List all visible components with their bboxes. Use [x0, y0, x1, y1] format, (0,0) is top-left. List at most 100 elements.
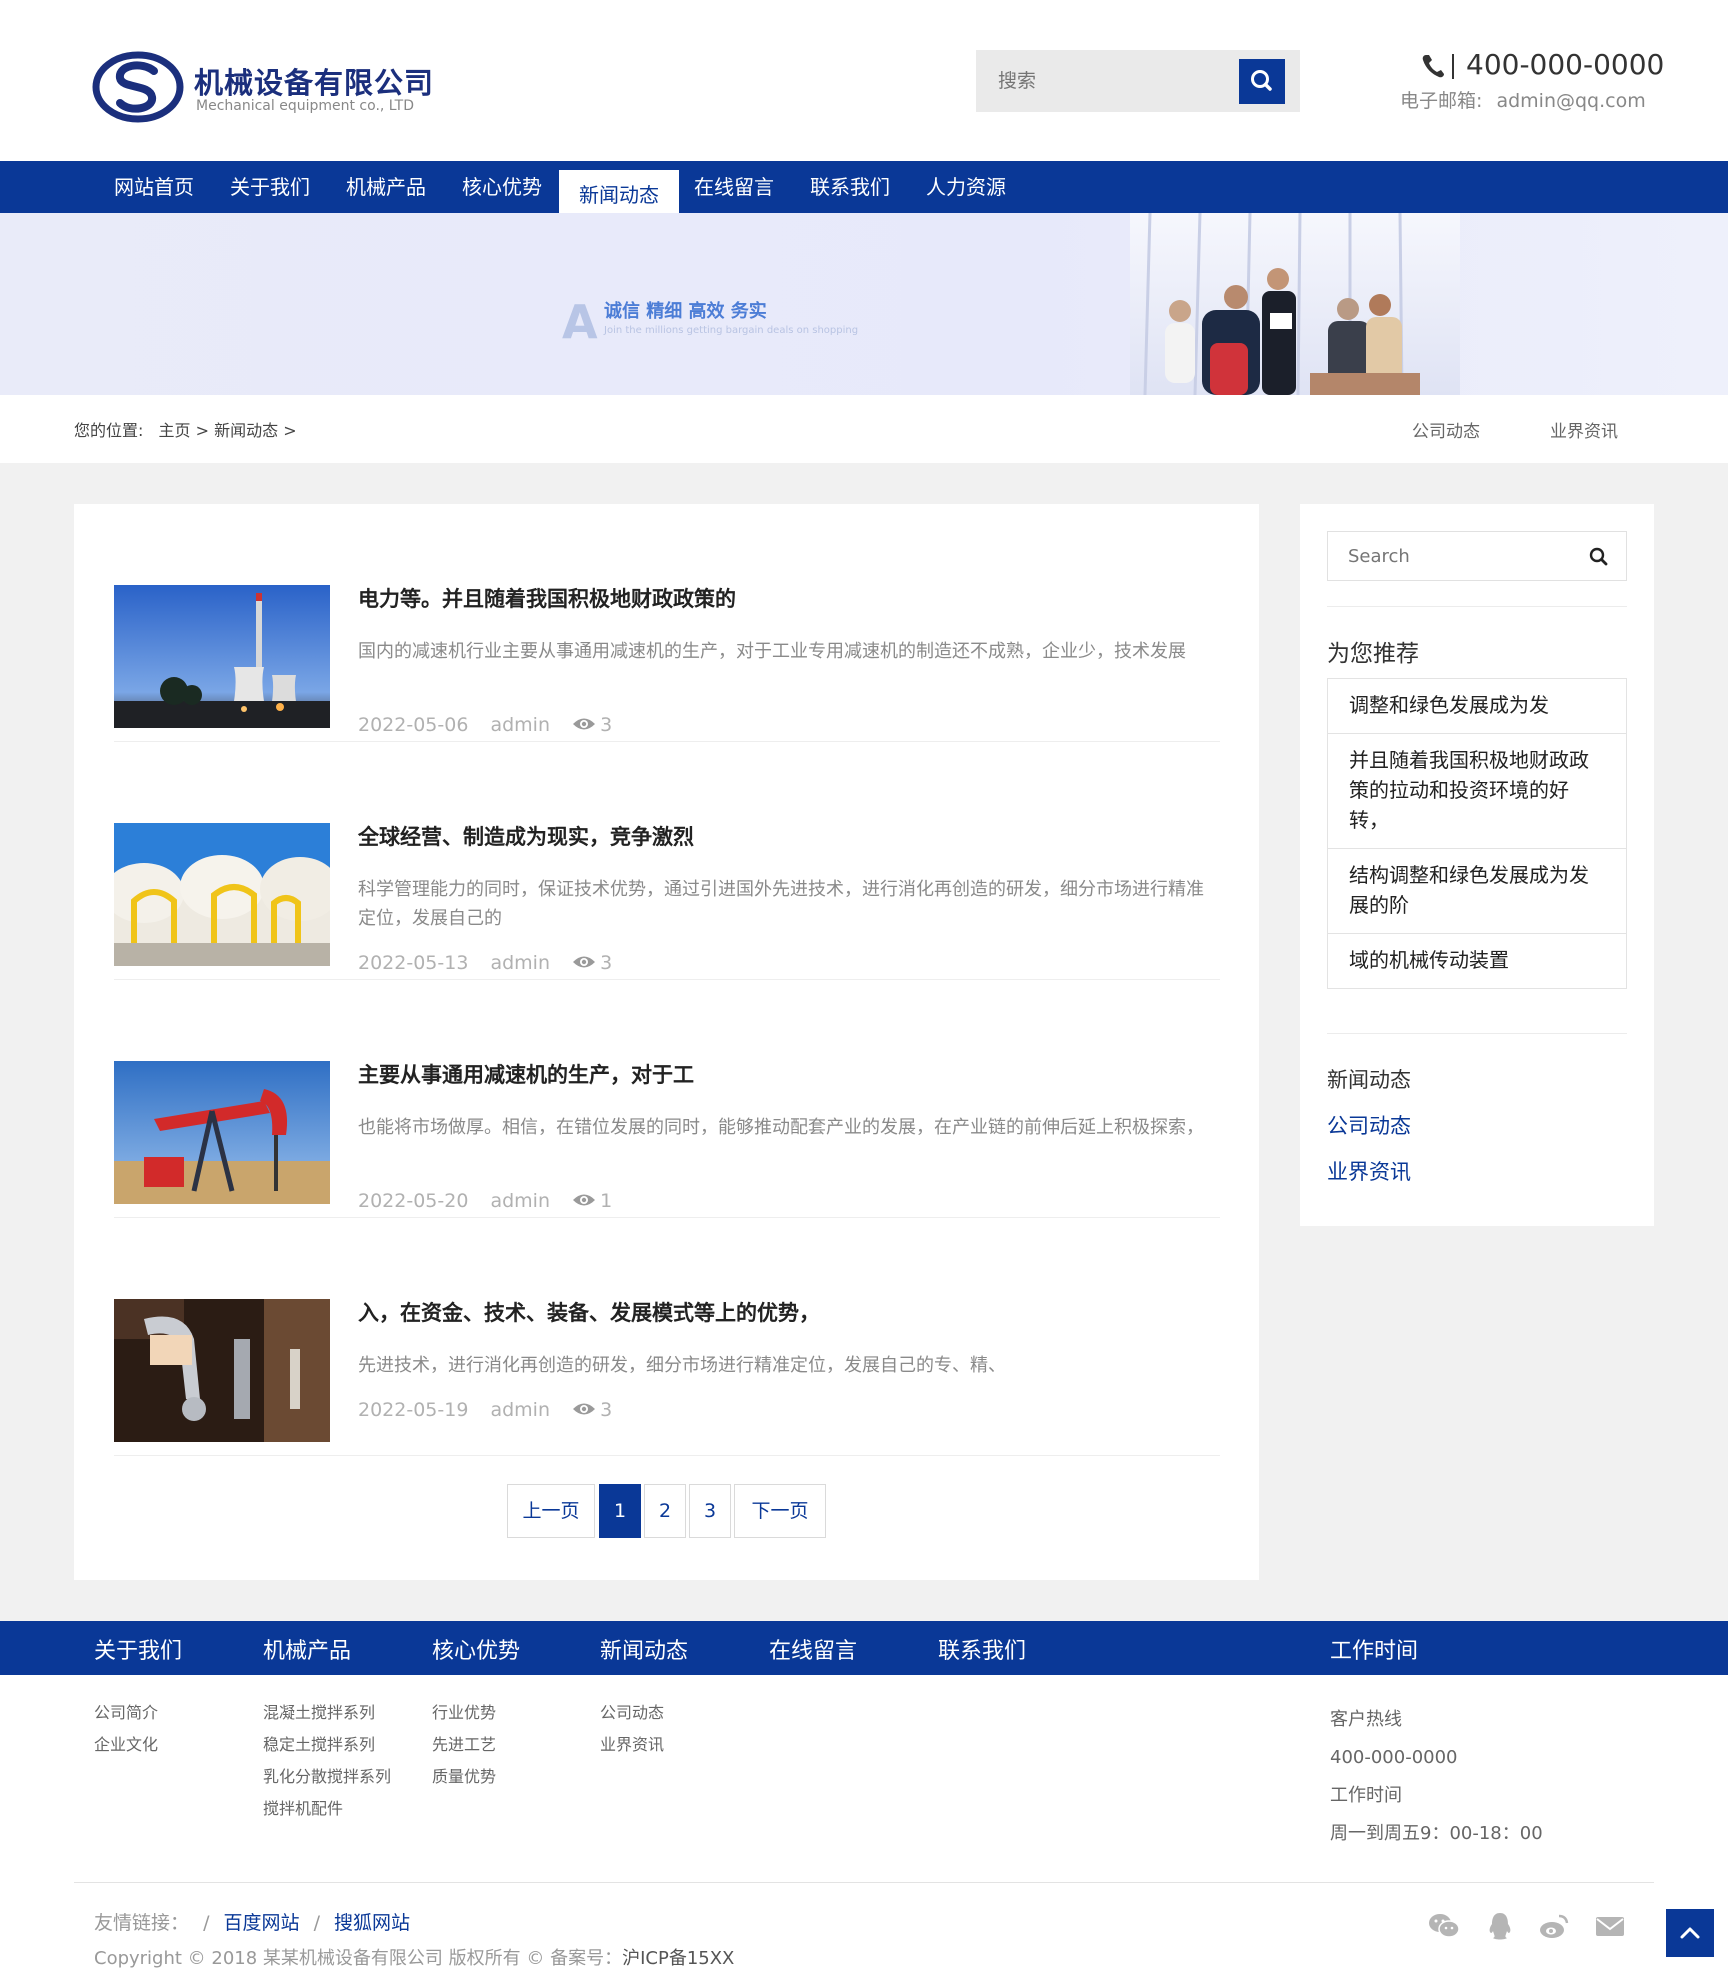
copyright-text: Copyright © 2018 某某机械设备有限公司 版权所有 © 备案号：	[94, 1948, 623, 1969]
article-author: admin	[490, 1190, 551, 1212]
qq-icon[interactable]	[1484, 1911, 1516, 1941]
logo-mark-icon[interactable]	[92, 51, 184, 123]
footer-heading-products[interactable]: 机械产品	[263, 1633, 351, 1665]
article-meta: 2022-05-20 admin 1	[358, 1190, 628, 1212]
article-title[interactable]: 电力等。并且随着我国积极地财政政策的	[358, 583, 736, 613]
subnav-industry-news[interactable]: 业界资讯	[1550, 417, 1618, 442]
email-value: admin@qq.com	[1496, 90, 1646, 112]
divider	[1327, 606, 1627, 607]
page-3-button[interactable]: 3	[689, 1484, 731, 1538]
footer-heading-about[interactable]: 关于我们	[94, 1633, 182, 1665]
friend-link-sohu[interactable]: 搜狐网站	[334, 1912, 410, 1934]
news-item: 主要从事通用减速机的生产，对于工 也能将市场做厚。相信，在错位发展的同时，能够推…	[114, 980, 1220, 1218]
link-separator: /	[313, 1912, 320, 1934]
nav-hr[interactable]: 人力资源	[926, 161, 1006, 213]
article-views: 3	[600, 1399, 613, 1421]
header-search-input[interactable]	[976, 50, 1236, 112]
article-date: 2022-05-20	[358, 1190, 469, 1212]
article-title[interactable]: 主要从事通用减速机的生产，对于工	[358, 1059, 694, 1089]
recommend-item[interactable]: 结构调整和绿色发展成为发展的阶	[1328, 849, 1626, 934]
article-meta: 2022-05-19 admin 3	[358, 1399, 628, 1421]
nav-advantage[interactable]: 核心优势	[462, 161, 542, 213]
friend-link-baidu[interactable]: 百度网站	[224, 1912, 300, 1934]
nav-about[interactable]: 关于我们	[230, 161, 310, 213]
article-title[interactable]: 全球经营、制造成为现实，竞争激烈	[358, 821, 694, 851]
article-thumbnail-faucets[interactable]	[114, 1299, 330, 1442]
eye-icon	[573, 956, 596, 968]
article-views: 1	[600, 1190, 613, 1212]
article-thumbnail-tanks[interactable]	[114, 823, 330, 966]
article-title[interactable]: 入，在资金、技术、装备、发展模式等上的优势，	[358, 1297, 820, 1327]
company-name[interactable]: 机械设备有限公司	[194, 60, 434, 102]
news-list: 电力等。并且随着我国积极地财政政策的 国内的减速机行业主要从事通用减速机的生产，…	[74, 504, 1259, 1580]
prev-page-button[interactable]: 上一页	[507, 1484, 595, 1538]
recommend-heading: 为您推荐	[1327, 641, 1419, 667]
header-email: 电子邮箱: admin@qq.com	[1400, 86, 1646, 113]
friend-links-label: 友情链接：	[94, 1912, 190, 1934]
recommend-item[interactable]: 并且随着我国积极地财政政策的拉动和投资环境的好转，	[1328, 734, 1626, 849]
sidebar-category-news[interactable]: 新闻动态	[1327, 1064, 1411, 1094]
article-author: admin	[490, 714, 551, 736]
footer-heading-contact[interactable]: 联系我们	[938, 1633, 1026, 1665]
icp-link[interactable]: 沪ICP备15XX	[622, 1948, 734, 1969]
recommend-item[interactable]: 域的机械传动装置	[1328, 934, 1626, 988]
footer-link[interactable]: 搅拌机配件	[263, 1799, 343, 1818]
article-views: 3	[600, 952, 613, 974]
main-nav: 网站首页 关于我们 机械产品 核心优势 新闻动态 在线留言 联系我们 人力资源	[0, 161, 1728, 220]
sidebar-search	[1327, 531, 1627, 581]
article-meta: 2022-05-13 admin 3	[358, 952, 628, 974]
sidebar-category-industry[interactable]: 业界资讯	[1327, 1156, 1411, 1186]
recommend-item[interactable]: 调整和绿色发展成为发	[1328, 679, 1626, 734]
footer-link[interactable]: 稳定土搅拌系列	[263, 1735, 375, 1754]
subnav-company-news[interactable]: 公司动态	[1412, 417, 1480, 442]
article-author: admin	[490, 1399, 551, 1421]
footer-col-news: 公司动态 业界资讯	[600, 1697, 664, 1761]
footer-heading-advantage[interactable]: 核心优势	[432, 1633, 520, 1665]
sidebar-category-company[interactable]: 公司动态	[1327, 1110, 1411, 1140]
article-excerpt: 科学管理能力的同时，保证技术优势，通过引进国外先进技术，进行消化再创造的研发，细…	[358, 879, 1204, 929]
page-1-button[interactable]: 1	[599, 1484, 641, 1538]
banner-team-image	[1130, 213, 1460, 395]
footer-heading-message[interactable]: 在线留言	[769, 1633, 857, 1665]
footer-link[interactable]: 行业优势	[432, 1703, 496, 1722]
hotline-number: 400-000-0000	[1330, 1747, 1458, 1768]
eye-icon	[573, 718, 596, 730]
footer-link[interactable]: 混凝土搅拌系列	[263, 1703, 375, 1722]
footer-link[interactable]: 公司简介	[94, 1703, 158, 1722]
divider	[74, 1882, 1654, 1883]
news-item: 入，在资金、技术、装备、发展模式等上的优势， 先进技术，进行消化再创造的研发，细…	[114, 1218, 1220, 1456]
header-phone: 400-000-0000	[1466, 48, 1665, 81]
site-footer: 关于我们 机械产品 核心优势 新闻动态 在线留言 联系我们 工作时间 公司简介 …	[0, 1621, 1728, 1972]
footer-link[interactable]: 先进工艺	[432, 1735, 496, 1754]
wechat-icon[interactable]	[1428, 1911, 1460, 1941]
footer-link[interactable]: 质量优势	[432, 1767, 496, 1786]
nav-products[interactable]: 机械产品	[346, 161, 426, 213]
article-date: 2022-05-19	[358, 1399, 469, 1421]
nav-home[interactable]: 网站首页	[114, 161, 194, 213]
mail-icon[interactable]	[1594, 1911, 1626, 1941]
banner-letter: A	[562, 295, 598, 349]
article-thumbnail-power-plant[interactable]	[114, 585, 330, 728]
search-icon	[1251, 70, 1272, 91]
nav-message[interactable]: 在线留言	[694, 161, 774, 213]
weibo-icon[interactable]	[1538, 1911, 1570, 1941]
nav-contact[interactable]: 联系我们	[810, 161, 890, 213]
footer-col-about: 公司简介 企业文化	[94, 1697, 158, 1761]
header-search-button[interactable]	[1239, 59, 1285, 104]
page-2-button[interactable]: 2	[644, 1484, 686, 1538]
breadcrumb-current[interactable]: 新闻动态	[214, 421, 278, 440]
sidebar: 为您推荐 调整和绿色发展成为发 并且随着我国积极地财政政策的拉动和投资环境的好转…	[1300, 504, 1654, 1226]
next-page-button[interactable]: 下一页	[734, 1484, 826, 1538]
footer-link[interactable]: 公司动态	[600, 1703, 664, 1722]
back-to-top-button[interactable]	[1666, 1909, 1714, 1957]
breadcrumb-home[interactable]: 主页	[159, 421, 191, 440]
article-thumbnail-pumpjack[interactable]	[114, 1061, 330, 1204]
footer-link[interactable]: 业界资讯	[600, 1735, 664, 1754]
footer-heading-news[interactable]: 新闻动态	[600, 1633, 688, 1665]
footer-col-products: 混凝土搅拌系列 稳定土搅拌系列 乳化分散搅拌系列 搅拌机配件	[263, 1697, 391, 1825]
footer-link[interactable]: 乳化分散搅拌系列	[263, 1767, 391, 1786]
breadcrumb-separator: >	[283, 421, 297, 440]
sidebar-search-input[interactable]	[1328, 532, 1578, 580]
footer-link[interactable]: 企业文化	[94, 1735, 158, 1754]
search-icon[interactable]	[1586, 544, 1612, 570]
